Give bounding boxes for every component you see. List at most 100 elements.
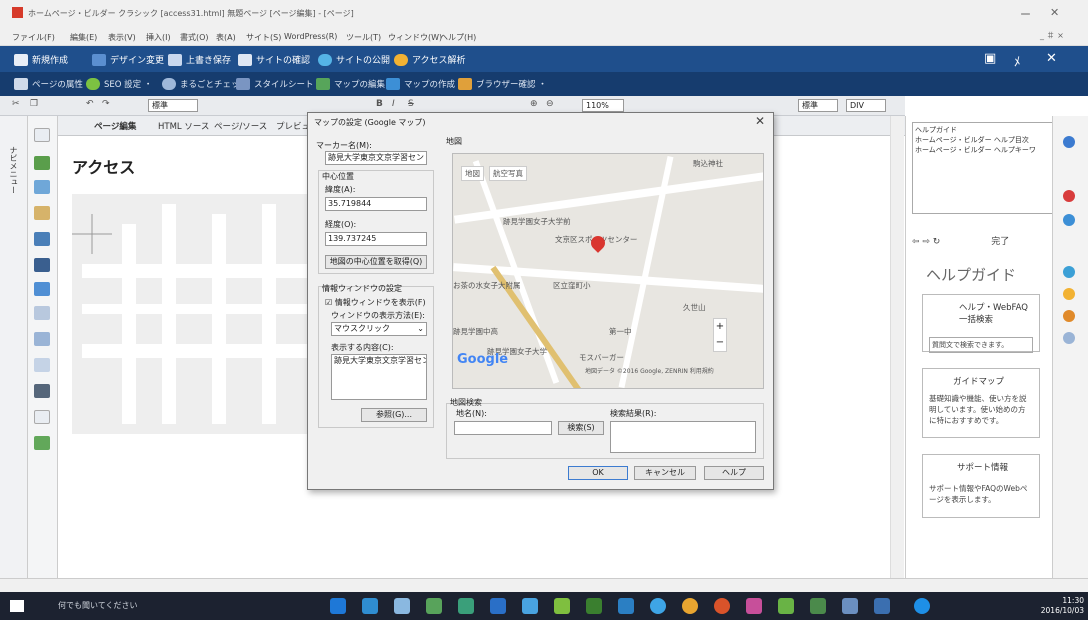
italic-button[interactable]: I: [392, 99, 395, 109]
ie-icon[interactable]: [490, 598, 506, 614]
menu-insert[interactable]: 挿入(I): [146, 32, 171, 43]
page-icon[interactable]: [34, 410, 50, 424]
map-zoom-control[interactable]: + −: [713, 318, 727, 352]
people-icon[interactable]: [34, 180, 50, 194]
dreamweaver-icon[interactable]: [586, 598, 602, 614]
gallery-icon[interactable]: [34, 436, 50, 450]
map-create-button[interactable]: マップの作成: [386, 78, 455, 90]
clock[interactable]: 11:30 2016/10/03: [1041, 596, 1084, 616]
app-icon-navy[interactable]: [618, 598, 634, 614]
app-icon-doc[interactable]: [842, 598, 858, 614]
figure-icon[interactable]: [34, 156, 50, 170]
list-icon[interactable]: [34, 358, 50, 372]
zoom-select[interactable]: 110%: [582, 99, 624, 112]
menu-format[interactable]: 書式(O): [180, 32, 209, 43]
chrome-icon[interactable]: [682, 598, 698, 614]
site-check-button[interactable]: サイトの確認: [238, 53, 310, 66]
cortana-search[interactable]: 何でも聞いてください: [38, 596, 248, 616]
info-icon[interactable]: [1063, 214, 1075, 226]
folder-side-icon[interactable]: [1063, 288, 1075, 300]
tab-page-source[interactable]: ページ/ソース: [214, 120, 267, 132]
tree-item[interactable]: ホームページ・ビルダー ヘルプ目次: [915, 135, 1051, 145]
support-card[interactable]: サポート情報 サポート情報やFAQのWebページを表示します。: [922, 454, 1040, 518]
result-list[interactable]: [610, 421, 756, 453]
menu-edit[interactable]: 編集(E): [70, 32, 97, 43]
menu-table[interactable]: 表(A): [216, 32, 236, 43]
mobile-icon[interactable]: [34, 384, 50, 398]
explorer-icon[interactable]: [362, 598, 378, 614]
guide-map-card[interactable]: ガイドマップ 基礎知識や機能、使い方を説明しています。使い始めの方に特におすすめ…: [922, 368, 1040, 438]
link-icon[interactable]: [1063, 266, 1075, 278]
mdi-controls[interactable]: _ ＃ ×: [1040, 30, 1064, 41]
show-method-select[interactable]: マウスクリック ⌄: [331, 322, 427, 336]
div-select[interactable]: DIV: [846, 99, 886, 112]
place-name-input[interactable]: [454, 421, 552, 435]
access-analysis-button[interactable]: アクセス解析: [394, 53, 466, 66]
close-window-button[interactable]: ✕: [1050, 6, 1059, 19]
save-button[interactable]: 上書き保存: [168, 53, 231, 66]
zoom-out-icon[interactable]: ⊖: [546, 99, 554, 109]
menu-file[interactable]: ファイル(F): [12, 32, 55, 43]
pen-icon[interactable]: [34, 206, 50, 220]
faq-search-card[interactable]: ヘルプ・WebFAQ 一括検索 質問文で検索できます。: [922, 294, 1040, 353]
browser-check-button[interactable]: ブラウザー確認 ・: [458, 78, 547, 90]
page-props-button[interactable]: ページの属性: [14, 78, 83, 90]
close-toolbar-icon[interactable]: ✕: [1046, 51, 1057, 66]
cut-icon[interactable]: ✂: [12, 99, 20, 109]
menu-wordpress[interactable]: WordPress(R): [284, 32, 337, 41]
settings-side-icon[interactable]: [1063, 332, 1075, 344]
folder-icon[interactable]: [34, 282, 50, 296]
style-select[interactable]: 標準: [148, 99, 198, 112]
cancel-button[interactable]: キャンセル: [634, 466, 696, 480]
panel-icon[interactable]: ▣: [984, 51, 996, 66]
app-icon-map[interactable]: [810, 598, 826, 614]
text-icon[interactable]: [34, 128, 50, 142]
app-icon-green[interactable]: [426, 598, 442, 614]
longitude-input[interactable]: 139.737245: [325, 232, 427, 246]
menu-site[interactable]: サイト(S): [246, 32, 281, 43]
tree-item[interactable]: ホームページ・ビルダー ヘルプキーワ: [915, 145, 1051, 155]
marker-name-input[interactable]: 跡見大学東京文京学習セン: [325, 151, 427, 165]
editor-scrollbar[interactable]: [890, 116, 904, 578]
google-map[interactable]: 地図 航空写真 駒込神社 跡見学園女子大学前 文京区スポーツセンター お茶の水女…: [452, 153, 764, 389]
design-change-button[interactable]: デザイン変更: [92, 53, 164, 66]
new-button[interactable]: 新規作成: [14, 53, 68, 66]
pin-icon[interactable]: ﾒ: [1014, 51, 1021, 70]
faq-search-input[interactable]: 質問文で検索できます。: [929, 337, 1033, 353]
get-center-button[interactable]: 地図の中心位置を取得(Q): [325, 255, 427, 269]
map-edit-button[interactable]: マップの編集: [316, 78, 385, 90]
homepage-builder-icon[interactable]: [746, 598, 762, 614]
menu-view[interactable]: 表示(V): [108, 32, 136, 43]
tool-side-icon[interactable]: [1063, 310, 1075, 322]
show-info-checkbox[interactable]: ☑ 情報ウィンドウを表示(F): [325, 297, 426, 308]
help-icon[interactable]: [1063, 136, 1075, 148]
publish-button[interactable]: サイトの公開: [318, 53, 390, 66]
help-tray-icon[interactable]: [914, 598, 930, 614]
seo-button[interactable]: SEO 設定 ・: [86, 78, 152, 90]
map-tab-map[interactable]: 地図: [461, 166, 484, 181]
stylesheet-button[interactable]: スタイルシート: [236, 78, 314, 90]
form-icon[interactable]: [34, 306, 50, 320]
tab-html-source[interactable]: HTML ソース: [158, 120, 209, 132]
redo-icon[interactable]: ↷: [102, 99, 110, 109]
undo-icon[interactable]: ↶: [86, 99, 94, 109]
windows-start-icon[interactable]: [10, 600, 24, 612]
alert-icon[interactable]: [1063, 190, 1075, 202]
app-icon-round[interactable]: [650, 598, 666, 614]
store-icon[interactable]: [394, 598, 410, 614]
tree-item[interactable]: ヘルプガイド: [915, 125, 1051, 135]
strike-button[interactable]: S: [408, 99, 414, 109]
page-heading[interactable]: アクセス: [72, 154, 135, 178]
minimize-button[interactable]: ー: [1020, 6, 1031, 22]
table-icon[interactable]: [34, 332, 50, 346]
browse-button[interactable]: 参照(G)...: [361, 408, 427, 422]
content-textarea[interactable]: 跡見大学東京文京学習セン: [331, 354, 427, 400]
tab-page-edit[interactable]: ページ編集: [94, 120, 136, 132]
zoom-in-icon[interactable]: ⊕: [530, 99, 538, 109]
firefox-icon[interactable]: [714, 598, 730, 614]
app-icon-teal[interactable]: [458, 598, 474, 614]
search-button[interactable]: 検索(S): [558, 421, 604, 435]
word-icon[interactable]: [874, 598, 890, 614]
back-forward-icon[interactable]: ⇦ ⇨ ↻: [912, 237, 940, 247]
photo-icon[interactable]: [34, 258, 50, 272]
